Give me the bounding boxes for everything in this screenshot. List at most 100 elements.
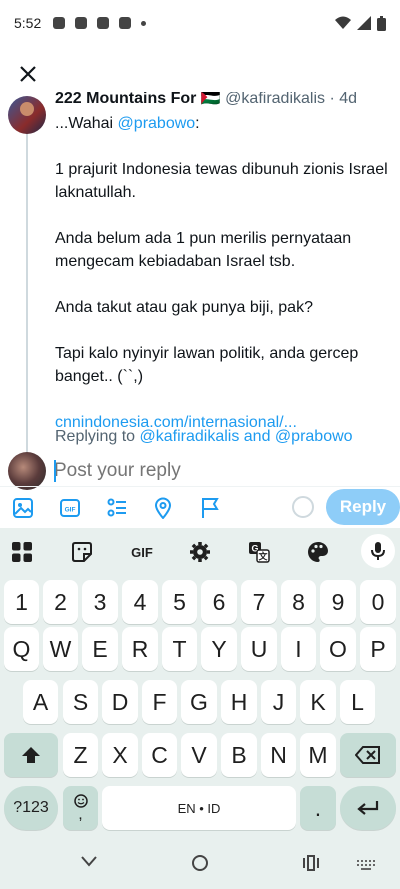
keyboard-switch-button[interactable] [356,858,376,870]
key-j[interactable]: J [261,680,296,724]
symbols-key[interactable]: ?123 [4,786,58,830]
add-flag-button[interactable] [198,496,222,520]
reply-input[interactable] [54,460,374,482]
key-o[interactable]: O [320,627,356,671]
add-gif-button[interactable]: GIF [58,496,82,520]
sticker-icon [72,542,92,562]
recents-nav-button[interactable] [302,855,320,871]
tweet-paragraph: 1 prajurit Indonesia tewas dibunuh zioni… [55,161,388,201]
key-v[interactable]: V [181,733,217,777]
key-u[interactable]: U [241,627,277,671]
key-w[interactable]: W [43,627,78,671]
key-k[interactable]: K [300,680,336,724]
status-time: 5:52 [14,15,42,31]
key-0[interactable]: 0 [360,580,396,624]
key-2[interactable]: 2 [43,580,78,624]
key-4[interactable]: 4 [122,580,158,624]
text-cursor [54,460,56,482]
back-nav-button[interactable] [80,854,98,870]
key-f[interactable]: F [142,680,177,724]
vpn-notification-icon [75,17,88,29]
key-g[interactable]: G [181,680,217,724]
reply-composer [0,452,400,490]
add-location-button[interactable] [151,496,175,520]
author-name[interactable]: 222 Mountains For 🇵🇸 [55,92,221,107]
backspace-key[interactable] [340,733,396,777]
key-e[interactable]: E [82,627,118,671]
more-notifications-icon [141,20,147,26]
space-key[interactable]: EN • ID [102,786,296,830]
key-b[interactable]: B [221,733,257,777]
close-icon [20,66,36,82]
tweet-paragraph: Anda belum ada 1 pun merilis pernyataan … [55,230,352,270]
key-r[interactable]: R [122,627,158,671]
key-3[interactable]: 3 [82,580,118,624]
key-6[interactable]: 6 [201,580,237,624]
shift-key[interactable] [4,733,58,777]
voice-input-button[interactable] [361,534,395,568]
add-image-button[interactable] [11,496,35,520]
tweet-paragraph: Tapi kalo nyinyir lawan politik, anda ge… [55,345,359,385]
key-h[interactable]: H [221,680,257,724]
palette-icon [308,542,328,562]
notification-icons [53,17,147,29]
key-1[interactable]: 1 [4,580,39,624]
keyboard-sticker-button[interactable] [68,538,96,566]
key-9[interactable]: 9 [320,580,356,624]
battery-icon [377,15,386,31]
keyboard-toolbar: GIF G文 [0,528,400,574]
key-z[interactable]: Z [63,733,98,777]
home-nav-button[interactable] [191,854,209,872]
tweet-greeting: ...Wahai @prabowo: [55,112,390,135]
author-avatar[interactable] [8,96,46,134]
keyboard-gif-button[interactable]: GIF [127,538,157,566]
gif-icon: GIF [60,499,80,517]
key-d[interactable]: D [102,680,138,724]
apps-icon [12,542,32,562]
replying-to: Replying to @kafiradikalis and @prabowo [55,428,353,446]
key-n[interactable]: N [261,733,296,777]
key-s[interactable]: S [63,680,98,724]
key-q[interactable]: Q [4,627,39,671]
reply-button[interactable]: Reply [326,489,400,525]
key-m[interactable]: M [300,733,336,777]
parent-tweet[interactable]: 222 Mountains For 🇵🇸 @kafiradikalis · 4d… [0,92,400,452]
close-button[interactable] [14,60,42,88]
key-y[interactable]: Y [201,627,237,671]
author-row: 222 Mountains For 🇵🇸 @kafiradikalis · 4d [55,92,357,108]
key-i[interactable]: I [281,627,316,671]
wifi-icon [335,16,351,29]
replying-user-link[interactable]: @kafiradikalis [140,428,240,445]
author-meta: @kafiradikalis · 4d [225,92,358,107]
add-poll-button[interactable] [105,496,129,520]
key-t[interactable]: T [162,627,197,671]
greeting-suffix: : [195,115,200,132]
key-5[interactable]: 5 [162,580,197,624]
key-l[interactable]: L [340,680,375,724]
flag-icon [202,498,219,518]
keyboard-translate-button[interactable]: G文 [245,538,273,566]
keyboard-switch-icon [357,860,375,870]
keyboard-theme-button[interactable] [304,538,332,566]
tweet-body: ...Wahai @prabowo: 1 prajurit Indonesia … [55,112,390,452]
translate-icon: G文 [249,542,270,563]
key-8[interactable]: 8 [281,580,316,624]
tweet-paragraph: Anda takut atau gak punya biji, pak? [55,299,313,316]
key-x[interactable]: X [102,733,138,777]
emoji-key[interactable]: , [63,786,98,830]
key-7[interactable]: 7 [241,580,277,624]
backspace-icon [355,746,380,764]
composer-toolbar: GIF Reply [0,486,400,528]
key-c[interactable]: C [142,733,177,777]
period-key[interactable]: . [300,786,336,830]
keyboard-apps-button[interactable] [8,538,36,566]
thread-line [26,132,28,452]
mention-link[interactable]: @prabowo [118,115,196,132]
top-bar [0,56,400,92]
key-a[interactable]: A [23,680,58,724]
enter-key[interactable] [340,786,396,830]
system-navigation-bar [0,836,400,889]
keyboard-settings-button[interactable] [186,538,214,566]
replying-user-link[interactable]: @prabowo [275,428,353,445]
key-p[interactable]: P [360,627,396,671]
